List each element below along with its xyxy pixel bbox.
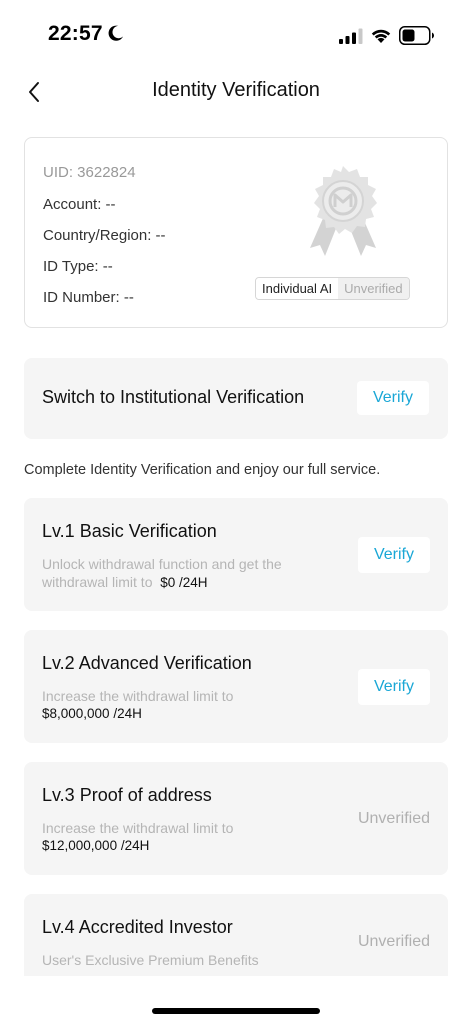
level-description: Increase the withdrawal limit to $8,000,… <box>42 687 233 723</box>
verification-type-tag: Individual AI Unverified <box>255 277 410 300</box>
nav-header: Identity Verification <box>0 70 472 114</box>
level-description-line: withdrawal limit to $0 /24H <box>42 573 282 592</box>
level-title: Lv.2 Advanced Verification <box>42 653 252 673</box>
status-bar: 22:57 <box>0 0 472 70</box>
account-type-label: Individual AI <box>256 278 339 299</box>
level-3-status: Unverified <box>357 810 430 827</box>
page-title: Identity Verification <box>152 79 320 101</box>
level-title: Lv.4 Accredited Investor <box>42 917 233 937</box>
level-4-card[interactable]: Lv.4 Accredited Investor User's Exclusiv… <box>24 894 448 976</box>
level-title: Lv.1 Basic Verification <box>42 521 217 541</box>
level-3-card[interactable]: Lv.3 Proof of address Increase the withd… <box>24 762 448 875</box>
level-description-line: Increase the withdrawal limit to <box>42 688 234 704</box>
level-description: Unlock withdrawal function and get the w… <box>42 555 282 592</box>
home-indicator[interactable] <box>152 1008 320 1014</box>
country-region-label: Country/Region: -- <box>43 227 166 244</box>
moon-icon <box>108 25 124 41</box>
withdrawal-limit: $0 /24H <box>160 575 208 590</box>
identity-info-card: UID: 3622824 Account: -- Country/Region:… <box>24 137 448 328</box>
verification-description: Complete Identity Verification and enjoy… <box>24 462 381 478</box>
verification-badge-icon <box>310 166 377 256</box>
uid-label: UID: 3622824 <box>43 164 136 181</box>
withdrawal-limit: $8,000,000 /24H <box>42 706 142 721</box>
account-label: Account: -- <box>43 196 116 213</box>
institutional-verification-title: Switch to Institutional Verification <box>42 387 305 407</box>
withdrawal-limit: $12,000,000 /24H <box>42 838 150 853</box>
level-description: Increase the withdrawal limit to $12,000… <box>42 819 233 855</box>
level-description-line: Increase the withdrawal limit to <box>42 820 234 836</box>
verification-status-badge: Unverified <box>338 278 409 299</box>
level-description-line: User's Exclusive Premium Benefits <box>42 952 259 968</box>
level-2-card[interactable]: Lv.2 Advanced Verification Increase the … <box>24 630 448 743</box>
level-description-line: Unlock withdrawal function and get the <box>42 556 282 572</box>
institutional-verify-button[interactable]: Verify <box>357 381 429 415</box>
level-title: Lv.3 Proof of address <box>42 785 212 805</box>
signal-icon <box>339 28 363 44</box>
wifi-icon <box>371 29 391 43</box>
institutional-verification-card[interactable]: Switch to Institutional Verification Ver… <box>24 358 448 439</box>
level-description-text: withdrawal limit to <box>42 574 153 590</box>
level-description: User's Exclusive Premium Benefits <box>42 951 259 969</box>
battery-icon <box>399 26 434 45</box>
status-time: 22:57 <box>48 22 103 45</box>
level-4-status: Unverified <box>357 933 430 950</box>
level-1-verify-button[interactable]: Verify <box>358 537 430 573</box>
id-type-label: ID Type: -- <box>43 258 113 275</box>
id-number-label: ID Number: -- <box>43 289 134 306</box>
level-1-card[interactable]: Lv.1 Basic Verification Unlock withdrawa… <box>24 498 448 611</box>
level-2-verify-button[interactable]: Verify <box>358 669 430 705</box>
